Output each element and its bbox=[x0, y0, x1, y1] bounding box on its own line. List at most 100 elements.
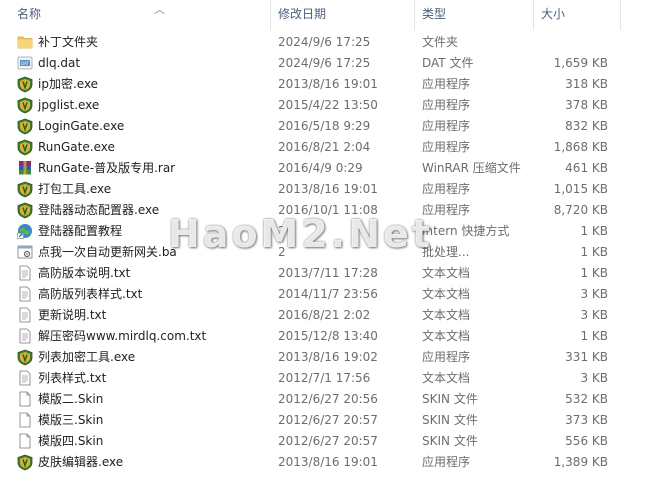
file-modified: 2013/7/11 17:28 bbox=[278, 266, 378, 280]
column-header-name-label: 名称 bbox=[17, 7, 42, 21]
file-name: ip加密.exe bbox=[38, 77, 99, 91]
file-modified: 2013/8/16 19:01 bbox=[278, 182, 378, 196]
batch-file-icon bbox=[17, 244, 33, 261]
file-name: 模版二.Skin bbox=[38, 392, 104, 406]
column-header-modified-label: 修改日期 bbox=[278, 7, 327, 21]
file-size: 1,659 KB bbox=[553, 56, 608, 70]
file-row[interactable]: 更新说明.txt 2016/8/21 2:02 文本文档 3 KB bbox=[0, 305, 648, 326]
file-size: 556 KB bbox=[565, 434, 608, 448]
file-modified: 2016/10/1 11:08 bbox=[278, 203, 378, 217]
column-divider[interactable] bbox=[533, 0, 534, 30]
text-file-icon bbox=[17, 328, 33, 345]
file-modified: 2024/9/6 17:25 bbox=[278, 35, 371, 49]
file-type: 应用程序 bbox=[422, 77, 471, 91]
file-size: 318 KB bbox=[565, 77, 608, 91]
file-size: 3 KB bbox=[580, 287, 608, 301]
column-header-modified[interactable]: 修改日期 bbox=[278, 0, 326, 30]
file-size: 8,720 KB bbox=[553, 203, 608, 217]
file-size: 378 KB bbox=[565, 98, 608, 112]
file-row[interactable]: 打包工具.exe 2013/8/16 19:01 应用程序 1,015 KB bbox=[0, 179, 648, 200]
file-modified: 2012/7/1 17:56 bbox=[278, 371, 371, 385]
file-row[interactable]: 登陆器配置教程 2 Intern 快捷方式 1 KB bbox=[0, 221, 648, 242]
file-type: 文本文档 bbox=[422, 287, 471, 301]
file-modified: 2024/9/6 17:25 bbox=[278, 56, 371, 70]
file-name: 高防版列表样式.txt bbox=[38, 287, 143, 301]
file-name: 模版四.Skin bbox=[38, 434, 104, 448]
file-type: Intern 快捷方式 bbox=[422, 224, 510, 238]
shield-icon bbox=[17, 97, 33, 114]
file-row[interactable]: 高防版本说明.txt 2013/7/11 17:28 文本文档 1 KB bbox=[0, 263, 648, 284]
file-row[interactable]: RunGate.exe 2016/8/21 2:04 应用程序 1,868 KB bbox=[0, 137, 648, 158]
file-row[interactable]: 模版二.Skin 2012/6/27 20:56 SKIN 文件 532 KB bbox=[0, 389, 648, 410]
file-modified: 2016/5/18 9:29 bbox=[278, 119, 371, 133]
file-name: LoginGate.exe bbox=[38, 119, 125, 133]
file-row[interactable]: 皮肤编辑器.exe 2013/8/16 19:01 应用程序 1,389 KB bbox=[0, 452, 648, 473]
folder-icon bbox=[17, 34, 33, 51]
shield-icon bbox=[17, 202, 33, 219]
file-list: 补丁文件夹 2024/9/6 17:25 文件夹 DAT dlq.dat 202… bbox=[0, 32, 648, 473]
file-size: 373 KB bbox=[565, 413, 608, 427]
column-header-type-label: 类型 bbox=[422, 7, 447, 21]
text-file-icon bbox=[17, 307, 33, 324]
file-row[interactable]: 点我一次自动更新网关.ba 2 批处理... 1 KB bbox=[0, 242, 648, 263]
file-size: 532 KB bbox=[565, 392, 608, 406]
file-modified: 2013/8/16 19:01 bbox=[278, 455, 378, 469]
file-row[interactable]: DAT dlq.dat 2024/9/6 17:25 DAT 文件 1,659 … bbox=[0, 53, 648, 74]
file-row[interactable]: 模版四.Skin 2012/6/27 20:57 SKIN 文件 556 KB bbox=[0, 431, 648, 452]
file-row[interactable]: 补丁文件夹 2024/9/6 17:25 文件夹 bbox=[0, 32, 648, 53]
file-size: 1,015 KB bbox=[553, 182, 608, 196]
file-row[interactable]: RunGate-普及版专用.rar 2016/4/9 0:29 WinRAR 压… bbox=[0, 158, 648, 179]
file-modified: 2016/4/9 0:29 bbox=[278, 161, 363, 175]
shield-icon bbox=[17, 139, 33, 156]
text-file-icon bbox=[17, 265, 33, 282]
file-modified: 2012/6/27 20:57 bbox=[278, 434, 378, 448]
blank-file-icon bbox=[17, 412, 33, 429]
file-type: 文本文档 bbox=[422, 329, 471, 343]
file-name: 点我一次自动更新网关.ba bbox=[38, 245, 177, 259]
file-row[interactable]: 列表加密工具.exe 2013/8/16 19:02 应用程序 331 KB bbox=[0, 347, 648, 368]
file-modified: 2013/8/16 19:01 bbox=[278, 77, 378, 91]
file-name: RunGate-普及版专用.rar bbox=[38, 161, 176, 175]
file-row[interactable]: jpglist.exe 2015/4/22 13:50 应用程序 378 KB bbox=[0, 95, 648, 116]
file-type: 应用程序 bbox=[422, 140, 471, 154]
file-row[interactable]: 登陆器动态配置器.exe 2016/10/1 11:08 应用程序 8,720 … bbox=[0, 200, 648, 221]
file-row[interactable]: 解压密码www.mirdlq.com.txt 2015/12/8 13:40 文… bbox=[0, 326, 648, 347]
rar-archive-icon bbox=[17, 160, 33, 177]
file-type: 应用程序 bbox=[422, 350, 471, 364]
file-row[interactable]: 高防版列表样式.txt 2014/11/7 23:56 文本文档 3 KB bbox=[0, 284, 648, 305]
column-header-size[interactable]: 大小 bbox=[541, 0, 565, 30]
column-divider[interactable] bbox=[270, 0, 271, 30]
file-type: 应用程序 bbox=[422, 182, 471, 196]
internet-shortcut-icon bbox=[17, 223, 33, 240]
shield-icon bbox=[17, 181, 33, 198]
shield-icon bbox=[17, 118, 33, 135]
file-name: 登陆器动态配置器.exe bbox=[38, 203, 160, 217]
file-size: 1 KB bbox=[580, 266, 608, 280]
file-name: 更新说明.txt bbox=[38, 308, 107, 322]
blank-file-icon bbox=[17, 433, 33, 450]
column-divider[interactable] bbox=[414, 0, 415, 30]
file-type: 应用程序 bbox=[422, 98, 471, 112]
file-modified: 2 bbox=[278, 245, 286, 259]
file-type: 文件夹 bbox=[422, 35, 459, 49]
column-header-type[interactable]: 类型 bbox=[422, 0, 446, 30]
file-type: 文本文档 bbox=[422, 308, 471, 322]
file-size: 3 KB bbox=[580, 371, 608, 385]
file-row[interactable]: 列表样式.txt 2012/7/1 17:56 文本文档 3 KB bbox=[0, 368, 648, 389]
file-row[interactable]: ip加密.exe 2013/8/16 19:01 应用程序 318 KB bbox=[0, 74, 648, 95]
file-type: 批处理... bbox=[422, 245, 470, 259]
file-type: 应用程序 bbox=[422, 119, 471, 133]
file-name: 高防版本说明.txt bbox=[38, 266, 131, 280]
file-size: 3 KB bbox=[580, 308, 608, 322]
file-row[interactable]: LoginGate.exe 2016/5/18 9:29 应用程序 832 KB bbox=[0, 116, 648, 137]
blank-file-icon bbox=[17, 391, 33, 408]
column-header-name[interactable]: 名称 ︿ bbox=[17, 0, 165, 30]
text-file-icon bbox=[17, 370, 33, 387]
file-modified: 2014/11/7 23:56 bbox=[278, 287, 378, 301]
dat-file-icon: DAT bbox=[17, 55, 33, 72]
file-modified: 2 bbox=[278, 224, 286, 238]
column-divider[interactable] bbox=[620, 0, 621, 30]
shield-icon bbox=[17, 454, 33, 471]
file-row[interactable]: 模版三.Skin 2012/6/27 20:57 SKIN 文件 373 KB bbox=[0, 410, 648, 431]
column-header-bar: 名称 ︿ 修改日期 类型 大小 bbox=[0, 0, 648, 30]
